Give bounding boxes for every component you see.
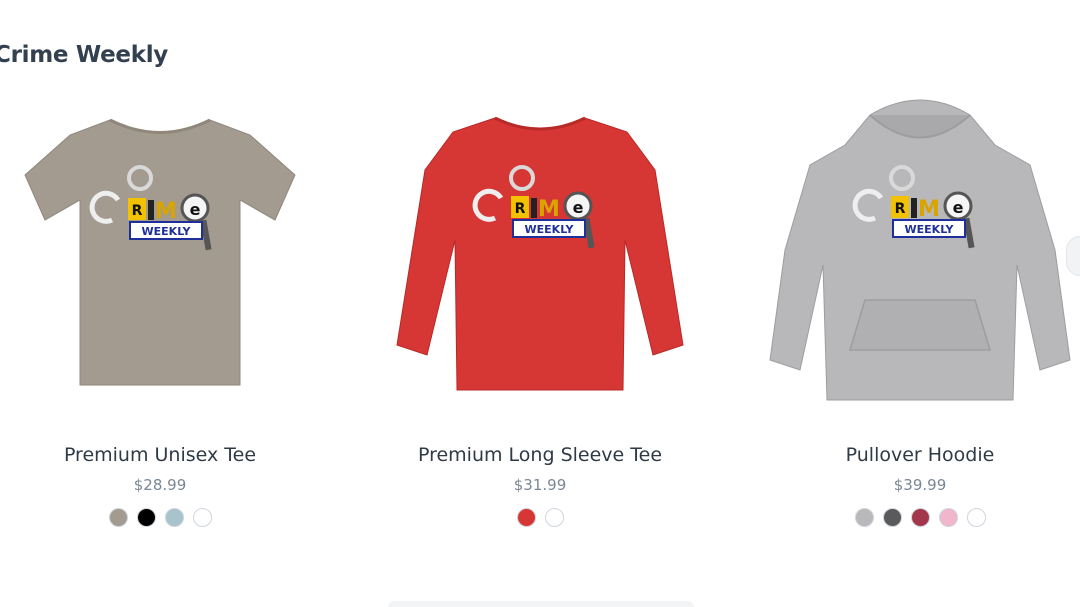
swatch-charcoal[interactable]: [882, 508, 902, 527]
color-swatches: [0, 508, 340, 527]
swatch-pink[interactable]: [938, 508, 958, 527]
svg-text:e: e: [953, 198, 964, 217]
product-image[interactable]: R M e WEEKLY: [360, 80, 720, 420]
svg-text:e: e: [190, 200, 201, 219]
product-price: $28.99: [133, 476, 187, 494]
hoodie-icon: R M e WEEKLY: [769, 99, 1071, 401]
svg-text:M: M: [538, 197, 560, 222]
product-price: $31.99: [513, 476, 567, 494]
swatch-white[interactable]: [966, 508, 986, 527]
product-name[interactable]: Premium Unisex Tee: [0, 444, 340, 466]
swatch-red[interactable]: [516, 508, 536, 527]
svg-text:WEEKLY: WEEKLY: [525, 223, 575, 236]
product-card-long-sleeve-tee[interactable]: R M e WEEKLY Premium Long Sleeve Tee $31…: [360, 80, 720, 540]
svg-text:M: M: [918, 197, 940, 222]
product-name[interactable]: Pullover Hoodie: [740, 444, 1080, 466]
product-image[interactable]: R M e WEEKLY: [0, 80, 340, 420]
swatch-white[interactable]: [192, 508, 212, 527]
swatch-black[interactable]: [136, 508, 156, 527]
tee-icon: R M e WEEKLY: [24, 118, 296, 386]
product-price: $39.99: [893, 476, 947, 494]
svg-text:M: M: [155, 199, 177, 224]
long-sleeve-icon: R M e WEEKLY: [396, 116, 684, 391]
product-collection-page: Crime Weekly R M e WEEKLY Premium Unisex…: [0, 0, 1080, 607]
svg-text:WEEKLY: WEEKLY: [905, 223, 955, 236]
product-name[interactable]: Premium Long Sleeve Tee: [360, 444, 720, 466]
carousel-next-button[interactable]: [1066, 236, 1080, 276]
color-swatches: [360, 508, 720, 527]
collection-title: Crime Weekly: [0, 42, 168, 68]
product-card-pullover-hoodie[interactable]: R M e WEEKLY Pullover Hoodie $39.99: [740, 80, 1080, 540]
bottom-bar[interactable]: [388, 601, 694, 607]
svg-text:e: e: [573, 198, 584, 217]
product-card-unisex-tee[interactable]: R M e WEEKLY Premium Unisex Tee $28.99: [0, 80, 340, 540]
swatch-heather-gray[interactable]: [854, 508, 874, 527]
swatch-white[interactable]: [544, 508, 564, 527]
color-swatches: [740, 508, 1080, 527]
svg-text:R: R: [132, 203, 143, 219]
svg-text:WEEKLY: WEEKLY: [142, 225, 192, 238]
svg-text:R: R: [895, 201, 906, 217]
product-image[interactable]: R M e WEEKLY: [740, 80, 1080, 420]
swatch-heather-gray[interactable]: [108, 508, 128, 527]
swatch-maroon[interactable]: [910, 508, 930, 527]
swatch-light-blue[interactable]: [164, 508, 184, 527]
svg-text:R: R: [515, 201, 526, 217]
